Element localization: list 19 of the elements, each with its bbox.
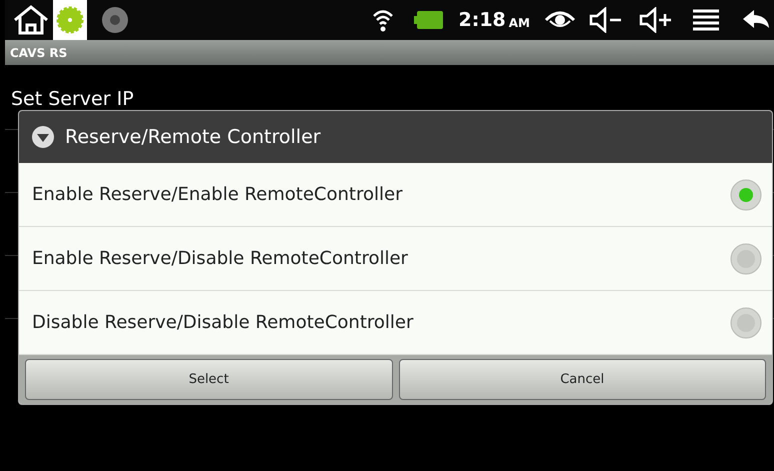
radio-button[interactable] (730, 306, 762, 338)
dropdown-icon (31, 125, 55, 149)
radio-option[interactable]: Enable Reserve/Disable RemoteController (19, 227, 772, 291)
radio-button[interactable] (730, 178, 762, 210)
clock-time: 2:18 (458, 8, 506, 33)
battery-icon (414, 9, 444, 31)
menu-icon[interactable] (692, 8, 720, 32)
list-item[interactable]: Set Server IP (11, 84, 134, 114)
clock-am-pm: AM (508, 14, 530, 32)
radio-button[interactable] (730, 242, 762, 274)
radio-option[interactable]: Enable Reserve/Enable RemoteController (19, 163, 772, 227)
home-icon[interactable] (11, 4, 51, 36)
dialog-button[interactable]: Select (25, 359, 392, 400)
app-icon[interactable] (101, 6, 129, 34)
app-title: CAVS RS (10, 44, 68, 62)
volume-up-icon[interactable] (638, 7, 674, 33)
dialog-button[interactable]: Cancel (398, 359, 766, 400)
dialog-title: Reserve/Remote Controller (65, 124, 321, 150)
volume-down-icon[interactable] (588, 7, 624, 33)
